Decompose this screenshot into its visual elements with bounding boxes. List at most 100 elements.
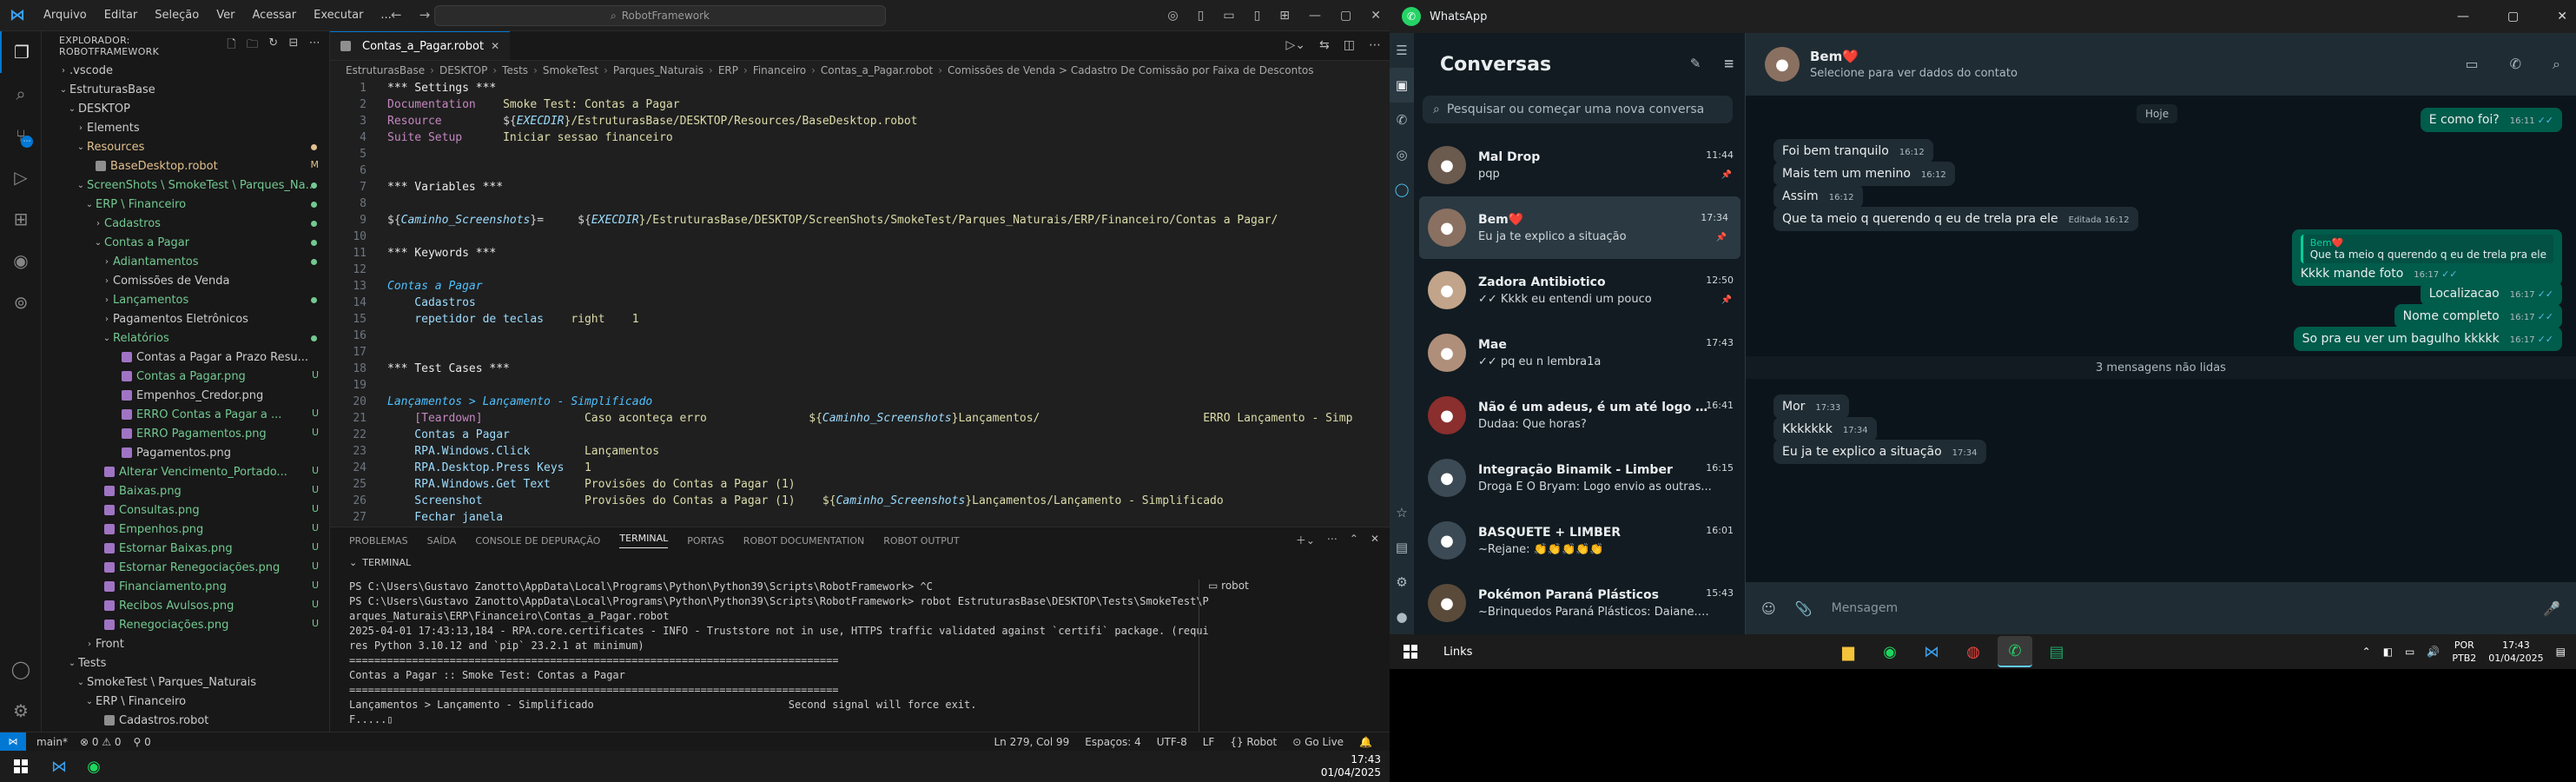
status-item[interactable]: ⚲ 0 [134,736,151,748]
chrome-taskbar-icon[interactable]: ◍ [1956,636,1991,667]
breadcrumb-item[interactable]: Financeiro [753,64,806,76]
minimize-icon[interactable]: — [1309,9,1321,23]
video-call-icon[interactable]: ▭ [2466,56,2479,73]
menu-item[interactable]: Acessar [243,0,305,31]
menu-item[interactable]: Ver [208,0,243,31]
whatsapp-taskbar-icon[interactable]: ✆ [1998,636,2032,667]
outgoing-message[interactable]: So pra eu ver um bagulho kkkkk 16:17 ✓✓ [2293,327,2562,351]
tree-item[interactable]: Estornar Renegociações.png U [42,558,329,577]
remote-indicator-icon[interactable]: ⋈ [0,732,26,752]
chat-list-item[interactable]: ● Zadora Antibiotico ✓✓ Kkkk eu entendi um… [1414,259,1745,321]
spotify-taskbar-icon[interactable]: ◉ [1873,636,1907,667]
links-toolbar[interactable]: Links [1443,646,1472,659]
tree-item[interactable]: › Comissões de Venda [42,271,329,290]
file-explorer-taskbar-icon[interactable]: ▆ [1831,636,1866,667]
tree-item[interactable]: Empenhos.png U [42,520,329,539]
status-item[interactable]: UTF-8 [1157,736,1187,748]
quoted-message[interactable]: Bem❤️ Que ta meio q querendo q eu de trel… [2300,235,2553,263]
tree-item[interactable]: ERRO Contas a Pagar a ... U [42,405,329,424]
panel-maximize-icon[interactable]: ⌃ [1350,533,1358,547]
spotify-taskbar-icon[interactable]: ◉ [76,751,111,782]
source-control-icon[interactable]: ⑂ ⋯ [0,115,42,156]
close-icon[interactable]: ✕ [2557,10,2567,23]
tree-item[interactable]: ⌄ Contas a Pagar [42,233,329,252]
microphone-icon[interactable]: 🎤 [2543,600,2560,617]
tree-item[interactable]: ⌄ ERP \ Financeiro [42,195,329,214]
terminal-output[interactable]: PS C:\Users\Gustavo Zanotto\AppData\Loca… [349,580,1218,727]
menu-item[interactable]: Seleção [146,0,208,31]
notification-icon[interactable]: ▤ [2556,646,2566,658]
tree-item[interactable]: Contas a Pagar.png U [42,367,329,386]
tray-network-icon[interactable]: ▭ [2405,646,2414,658]
start-button[interactable] [1390,636,1431,667]
tree-item[interactable]: Contas a Pagar a Prazo Resu... [42,348,329,367]
breadcrumb-item[interactable]: ERP [718,64,738,76]
incoming-message[interactable]: Assim 16:12 [1773,184,1863,209]
tree-item[interactable]: › Front [42,634,329,653]
extensions-icon[interactable]: ⊞ [0,198,42,240]
tree-item[interactable]: Alterar Vencimento_Portado... U [42,462,329,481]
tab-close-icon[interactable]: ✕ [491,40,499,52]
tree-item[interactable]: › .vscode [42,61,329,80]
layout-secondary-icon[interactable]: ▯ [1254,9,1261,23]
breadcrumb-item[interactable]: Parques_Naturais [613,64,703,76]
menu-icon[interactable]: ☰ [1390,33,1414,68]
tree-item[interactable]: › Lançamentos [42,290,329,309]
maximize-icon[interactable]: ▢ [2507,10,2519,23]
profile-avatar[interactable]: ● [1390,600,1414,634]
minimize-icon[interactable]: — [2457,10,2469,23]
tray-app-icon[interactable]: ◧ [2383,646,2393,658]
emoji-icon[interactable]: ☺ [1761,600,1776,617]
attach-icon[interactable]: 📎 [1795,600,1813,617]
tree-item[interactable]: Renegociações.png U [42,615,329,634]
tree-item[interactable]: ⌄ Resources [42,137,329,156]
chat-search[interactable]: ⌕ Pesquisar ou começar uma nova conversa [1423,96,1733,123]
incoming-message[interactable]: Que ta meio q querendo q eu de trela pra… [1773,207,2138,231]
breadcrumb-item[interactable]: Comissões de Venda > Cadastro De Comissã… [948,64,1313,76]
panel-tab[interactable]: CONSOLE DE DEPURAÇÃO [475,535,600,547]
tree-item[interactable]: Consultas.png U [42,500,329,520]
tree-item[interactable]: ⌄ SmokeTest \ Parques_Naturais [42,673,329,692]
chat-list-item[interactable]: ● Não é um adeus, é um até logo (... Dudaa… [1414,384,1745,447]
tree-item[interactable]: Cadastros.robot [42,711,329,730]
status-item[interactable]: 🔔 [1359,736,1372,748]
status-item[interactable]: {} Robot [1230,736,1277,748]
run-icon[interactable]: ▷⌄ [1286,38,1306,52]
chat-list-item[interactable]: ● Integração Binamik - Limber Droga É O Br… [1414,447,1745,509]
tab-contas-a-pagar[interactable]: Contas_a_Pagar.robot ✕ [330,31,511,60]
status-item[interactable]: Ln 279, Col 99 [994,736,1069,748]
tree-item[interactable]: ERRO Pagamentos.png U [42,424,329,443]
starred-icon[interactable]: ☆ [1390,495,1414,530]
tree-item[interactable]: ⌄ ScreenShots \ SmokeTest \ Parques_Na... [42,176,329,195]
menu-item[interactable]: Arquivo [35,0,96,31]
panel-close-icon[interactable]: ✕ [1371,533,1379,547]
robot-icon[interactable]: ◉ [0,240,42,282]
status-item[interactable]: main* [36,736,68,748]
close-icon[interactable]: ✕ [1371,9,1381,23]
clock-right[interactable]: 17:43 01/04/2025 [2488,639,2543,665]
new-folder-icon[interactable]: 🗀 [247,36,258,56]
vscode-taskbar-icon[interactable]: ⋈ [42,751,76,782]
account-icon[interactable]: ◯ [0,648,42,690]
panel-new-terminal-icon[interactable]: ＋⌄ [1296,533,1315,547]
menu-item[interactable]: Executar [305,0,372,31]
filter-icon[interactable]: ≡ [1723,56,1734,71]
split-editor-icon[interactable]: ◫ [1344,38,1355,52]
tree-item[interactable]: ⌄ ERP \ Financeiro [42,692,329,711]
tree-item[interactable]: ⌄ EstruturasBase [42,80,329,99]
more-actions-icon[interactable]: ⋯ [1369,38,1381,52]
chats-icon[interactable]: ▣ [1390,68,1414,103]
panel-tab[interactable]: ROBOT DOCUMENTATION [743,535,864,547]
tree-item[interactable]: › Adiantamentos [42,252,329,271]
search-activity-icon[interactable]: ⌕ [0,73,42,115]
customize-layout-icon[interactable]: ⊞ [1279,9,1290,23]
remote-icon[interactable]: ⊚ [0,282,42,323]
layout-sidebar-icon[interactable]: ▯ [1198,9,1205,23]
tree-item[interactable]: › Elements [42,118,329,137]
forward-arrow-icon[interactable]: → [419,7,431,23]
status-item[interactable]: ⊙ Go Live [1292,736,1344,748]
tree-item[interactable]: › Cadastros [42,214,329,233]
search-conversation-icon[interactable]: ⌕ [2553,56,2560,73]
tree-item[interactable]: Pagamentos.png [42,443,329,462]
chevron-down-icon[interactable]: ⌄ [349,557,357,568]
